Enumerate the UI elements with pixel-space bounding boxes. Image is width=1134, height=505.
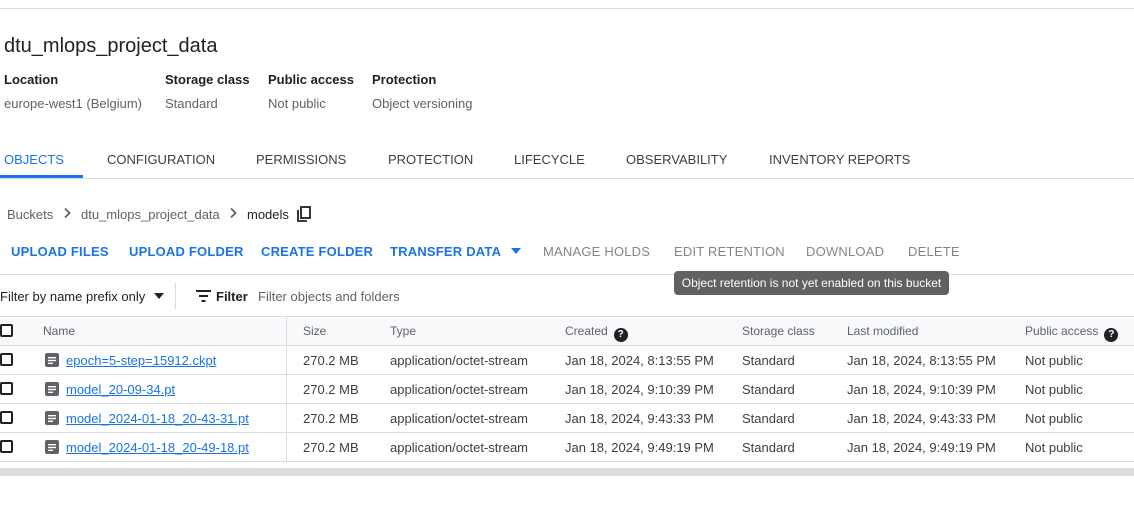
download-button[interactable]: DOWNLOAD	[806, 244, 884, 259]
object-size: 270.2 MB	[303, 353, 359, 368]
filter-prefix-label: Filter by name prefix only	[0, 289, 146, 304]
select-all-checkbox[interactable]	[0, 324, 13, 337]
filter-label: Filter	[216, 289, 248, 304]
tab-permissions[interactable]: PERMISSIONS	[256, 152, 346, 167]
row-checkbox[interactable]	[0, 382, 13, 395]
retention-tooltip: Object retention is not yet enabled on t…	[674, 271, 949, 295]
object-created: Jan 18, 2024, 8:13:55 PM	[565, 353, 714, 368]
column-header-size[interactable]: Size	[303, 324, 326, 338]
object-last-modified: Jan 18, 2024, 9:43:33 PM	[847, 411, 996, 426]
column-header-public-access[interactable]: Public access?	[1025, 324, 1119, 342]
object-size: 270.2 MB	[303, 440, 359, 455]
column-header-public-access-label: Public access	[1025, 324, 1099, 338]
table-row: model_2024-01-18_20-43-31.pt 270.2 MB ap…	[0, 404, 1134, 433]
object-name-link[interactable]: model_20-09-34.pt	[66, 382, 175, 397]
object-public-access: Not public	[1025, 440, 1083, 455]
filter-divider	[175, 283, 176, 309]
chevron-right-icon	[64, 207, 71, 219]
top-divider	[0, 8, 1134, 9]
object-type: application/octet-stream	[390, 382, 529, 397]
tab-configuration[interactable]: CONFIGURATION	[107, 152, 215, 167]
horizontal-scrollbar[interactable]	[0, 468, 1134, 476]
bucket-title: dtu_mlops_project_data	[4, 35, 218, 57]
object-last-modified: Jan 18, 2024, 9:10:39 PM	[847, 382, 996, 397]
file-icon	[45, 353, 59, 367]
object-storage-class: Standard	[742, 382, 795, 397]
tab-observability[interactable]: OBSERVABILITY	[626, 152, 727, 167]
transfer-data-label: TRANSFER DATA	[390, 244, 501, 259]
object-created: Jan 18, 2024, 9:10:39 PM	[565, 382, 714, 397]
object-last-modified: Jan 18, 2024, 9:49:19 PM	[847, 440, 996, 455]
object-last-modified: Jan 18, 2024, 8:13:55 PM	[847, 353, 996, 368]
meta-value-storage-class: Standard	[165, 96, 218, 111]
object-name-link[interactable]: model_2024-01-18_20-49-18.pt	[66, 440, 249, 455]
meta-value-protection: Object versioning	[372, 96, 473, 111]
active-tab-indicator	[0, 175, 83, 178]
transfer-data-button[interactable]: TRANSFER DATA	[390, 244, 521, 259]
meta-value-location: europe-west1 (Belgium)	[4, 96, 143, 111]
delete-button[interactable]: DELETE	[908, 244, 960, 259]
tab-objects[interactable]: OBJECTS	[4, 152, 64, 167]
row-checkbox[interactable]	[0, 411, 13, 424]
object-storage-class: Standard	[742, 411, 795, 426]
tab-bar: OBJECTS CONFIGURATION PERMISSIONS PROTEC…	[0, 140, 1134, 179]
table-row: model_20-09-34.pt 270.2 MB application/o…	[0, 375, 1134, 404]
meta-label-public-access: Public access	[268, 72, 354, 87]
column-header-type[interactable]: Type	[390, 324, 416, 338]
object-size: 270.2 MB	[303, 382, 359, 397]
toolbar-divider	[0, 274, 1134, 275]
table-header: Name Size Type Created? Storage class La…	[0, 317, 1134, 346]
copy-icon[interactable]	[297, 206, 311, 222]
caret-down-icon	[153, 293, 164, 299]
upload-files-button[interactable]: UPLOAD FILES	[11, 244, 109, 259]
meta-label-location: Location	[4, 72, 59, 87]
object-name-link[interactable]: model_2024-01-18_20-43-31.pt	[66, 411, 249, 426]
object-name-link[interactable]: epoch=5-step=15912.ckpt	[66, 353, 216, 368]
help-icon[interactable]: ?	[613, 328, 628, 342]
upload-folder-button[interactable]: UPLOAD FOLDER	[129, 244, 244, 259]
filter-icon[interactable]	[196, 290, 211, 302]
edit-retention-button[interactable]: EDIT RETENTION	[674, 244, 785, 259]
column-header-storage-class[interactable]: Storage class	[742, 324, 815, 338]
object-type: application/octet-stream	[390, 353, 529, 368]
create-folder-button[interactable]: CREATE FOLDER	[261, 244, 373, 259]
breadcrumb-current-folder: models	[247, 207, 289, 222]
object-type: application/octet-stream	[390, 440, 529, 455]
tab-lifecycle[interactable]: LIFECYCLE	[514, 152, 585, 167]
filter-input[interactable]	[258, 284, 558, 308]
file-icon	[45, 411, 59, 425]
column-header-created[interactable]: Created?	[565, 324, 628, 342]
object-public-access: Not public	[1025, 382, 1083, 397]
breadcrumb-buckets[interactable]: Buckets	[7, 207, 53, 222]
file-icon	[45, 382, 59, 396]
help-icon[interactable]: ?	[1104, 328, 1119, 342]
column-header-last-modified[interactable]: Last modified	[847, 324, 918, 338]
caret-down-icon	[510, 248, 521, 254]
row-checkbox[interactable]	[0, 353, 13, 366]
object-created: Jan 18, 2024, 9:49:19 PM	[565, 440, 714, 455]
object-type: application/octet-stream	[390, 411, 529, 426]
tab-inventory-reports[interactable]: INVENTORY REPORTS	[769, 152, 910, 167]
manage-holds-button[interactable]: MANAGE HOLDS	[543, 244, 650, 259]
meta-value-public-access: Not public	[268, 96, 326, 111]
object-created: Jan 18, 2024, 9:43:33 PM	[565, 411, 714, 426]
object-storage-class: Standard	[742, 440, 795, 455]
object-size: 270.2 MB	[303, 411, 359, 426]
file-icon	[45, 440, 59, 454]
tab-protection[interactable]: PROTECTION	[388, 152, 473, 167]
meta-label-storage-class: Storage class	[165, 72, 250, 87]
table-row: epoch=5-step=15912.ckpt 270.2 MB applica…	[0, 346, 1134, 375]
breadcrumb-bucket[interactable]: dtu_mlops_project_data	[81, 207, 220, 222]
meta-label-protection: Protection	[372, 72, 437, 87]
filter-prefix-select[interactable]: Filter by name prefix only	[0, 289, 164, 304]
table-row: model_2024-01-18_20-49-18.pt 270.2 MB ap…	[0, 433, 1134, 462]
object-public-access: Not public	[1025, 353, 1083, 368]
column-header-created-label: Created	[565, 324, 608, 338]
object-public-access: Not public	[1025, 411, 1083, 426]
row-checkbox[interactable]	[0, 440, 13, 453]
chevron-right-icon	[230, 207, 237, 219]
object-storage-class: Standard	[742, 353, 795, 368]
column-header-name[interactable]: Name	[43, 324, 75, 338]
